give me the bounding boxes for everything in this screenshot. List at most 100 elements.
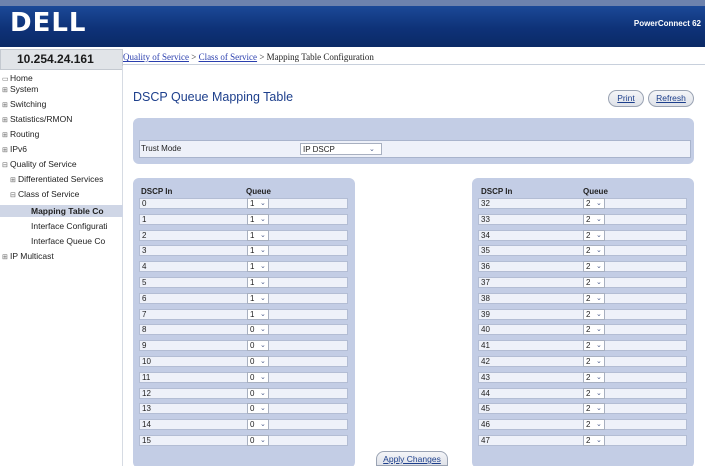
queue-select[interactable]: 0 bbox=[247, 356, 269, 367]
dscp-in-value: 42 bbox=[481, 357, 490, 366]
breadcrumb: Quality of Service > Class of Service > … bbox=[123, 52, 374, 62]
queue-select[interactable]: 2 bbox=[583, 277, 605, 288]
nav-item-interface-configuration[interactable]: Interface Configurati bbox=[31, 220, 108, 232]
queue-select[interactable]: 0 bbox=[247, 403, 269, 414]
dscp-in-value: 32 bbox=[481, 199, 490, 208]
dscp-in-value: 0 bbox=[142, 199, 147, 208]
nav-item-label: Differentiated Services bbox=[18, 174, 104, 184]
queue-select[interactable]: 2 bbox=[583, 435, 605, 446]
breadcrumb-separator: > bbox=[188, 52, 199, 62]
nav-item-ip-multicast[interactable]: ⊞ IP Multicast bbox=[2, 250, 54, 262]
dscp-in-value: 37 bbox=[481, 278, 490, 287]
refresh-button[interactable]: Refresh bbox=[648, 90, 694, 107]
queue-select[interactable]: 1 bbox=[247, 293, 269, 304]
breadcrumb-separator: > bbox=[257, 52, 267, 62]
table-row: 35 2 ⌄ bbox=[478, 245, 687, 256]
queue-select[interactable]: 1 bbox=[247, 214, 269, 225]
queue-select[interactable]: 1 bbox=[247, 261, 269, 272]
nav-item-statistics[interactable]: ⊞ Statistics/RMON bbox=[2, 113, 72, 125]
nav-item-label: Routing bbox=[10, 129, 40, 139]
queue-select[interactable]: 2 bbox=[583, 309, 605, 320]
nav-item-label: Interface Configurati bbox=[31, 221, 108, 231]
queue-select[interactable]: 0 bbox=[247, 388, 269, 399]
nav-item-mapping-table[interactable]: Mapping Table Co bbox=[0, 205, 123, 217]
print-button[interactable]: Print bbox=[608, 90, 644, 107]
table-row: 33 2 ⌄ bbox=[478, 214, 687, 225]
nav-item-routing[interactable]: ⊞ Routing bbox=[2, 128, 39, 140]
table-row: 8 0 ⌄ bbox=[139, 324, 348, 335]
nav-item-interface-queue[interactable]: Interface Queue Co bbox=[31, 235, 105, 247]
table-row: 47 2 ⌄ bbox=[478, 435, 687, 446]
queue-select[interactable]: 2 bbox=[583, 419, 605, 430]
nav-item-label: Switching bbox=[10, 99, 47, 109]
table-row: 14 0 ⌄ bbox=[139, 419, 348, 430]
nav-item-label: Mapping Table Co bbox=[31, 206, 104, 216]
apply-changes-button[interactable]: Apply Changes bbox=[376, 451, 448, 466]
queue-select[interactable]: 2 bbox=[583, 403, 605, 414]
expand-icon: ⊞ bbox=[10, 177, 16, 184]
dscp-in-value: 33 bbox=[481, 215, 490, 224]
dscp-in-value: 3 bbox=[142, 246, 147, 255]
nav-item-switching[interactable]: ⊞ Switching bbox=[2, 98, 46, 110]
nav-item-diffserv[interactable]: ⊞ Differentiated Services bbox=[10, 173, 103, 185]
nav-item-ipv6[interactable]: ⊞ IPv6 bbox=[2, 143, 27, 155]
queue-select[interactable]: 0 bbox=[247, 372, 269, 383]
queue-select[interactable]: 2 bbox=[583, 324, 605, 335]
queue-select[interactable]: 1 bbox=[247, 245, 269, 256]
queue-select[interactable]: 2 bbox=[583, 388, 605, 399]
table-row: 3 1 ⌄ bbox=[139, 245, 348, 256]
nav-item-class-of-service[interactable]: ⊟ Class of Service bbox=[10, 188, 79, 200]
queue-select[interactable]: 0 bbox=[247, 340, 269, 351]
breadcrumb-divider bbox=[123, 64, 705, 65]
queue-select[interactable]: 2 bbox=[583, 261, 605, 272]
table-row: 10 0 ⌄ bbox=[139, 356, 348, 367]
table-row: 1 1 ⌄ bbox=[139, 214, 348, 225]
trust-mode-select[interactable]: IP DSCP bbox=[300, 143, 382, 155]
queue-select[interactable]: 0 bbox=[247, 419, 269, 430]
dscp-in-value: 35 bbox=[481, 246, 490, 255]
queue-select[interactable]: 2 bbox=[583, 340, 605, 351]
nav-item-label: Statistics/RMON bbox=[10, 114, 73, 124]
left-col-queue-header: Queue bbox=[246, 187, 271, 196]
queue-select[interactable]: 1 bbox=[247, 198, 269, 209]
queue-select[interactable]: 0 bbox=[247, 324, 269, 335]
dscp-in-value: 12 bbox=[142, 389, 151, 398]
queue-select[interactable]: 2 bbox=[583, 230, 605, 241]
dscp-in-value: 47 bbox=[481, 436, 490, 445]
trust-mode-row bbox=[139, 140, 691, 158]
breadcrumb-current: Mapping Table Configuration bbox=[266, 52, 374, 62]
collapse-icon: ⊟ bbox=[10, 192, 16, 199]
expand-icon: ⊞ bbox=[2, 102, 8, 109]
page-title: DSCP Queue Mapping Table bbox=[133, 90, 294, 104]
queue-select[interactable]: 2 bbox=[583, 372, 605, 383]
queue-select[interactable]: 2 bbox=[583, 198, 605, 209]
trust-mode-label: Trust Mode bbox=[141, 144, 182, 153]
queue-select[interactable]: 2 bbox=[583, 293, 605, 304]
table-row: 37 2 ⌄ bbox=[478, 277, 687, 288]
breadcrumb-link-class-of-service[interactable]: Class of Service bbox=[199, 52, 258, 62]
queue-select[interactable]: 2 bbox=[583, 356, 605, 367]
nav-item-system[interactable]: ⊞ System bbox=[2, 83, 38, 95]
dell-logo: DELL bbox=[10, 8, 87, 38]
dscp-in-value: 11 bbox=[142, 373, 151, 382]
dscp-in-value: 13 bbox=[142, 404, 151, 413]
queue-select[interactable]: 2 bbox=[583, 245, 605, 256]
queue-select[interactable]: 1 bbox=[247, 277, 269, 288]
nav-item-label: Class of Service bbox=[18, 189, 80, 199]
queue-select[interactable]: 2 bbox=[583, 214, 605, 225]
queue-select[interactable]: 0 bbox=[247, 435, 269, 446]
dscp-in-value: 14 bbox=[142, 420, 151, 429]
queue-select[interactable]: 1 bbox=[247, 230, 269, 241]
table-row: 2 1 ⌄ bbox=[139, 230, 348, 241]
dscp-in-value: 38 bbox=[481, 294, 490, 303]
nav-item-qos[interactable]: ⊟ Quality of Service bbox=[2, 158, 77, 170]
queue-select[interactable]: 1 bbox=[247, 309, 269, 320]
table-row: 13 0 ⌄ bbox=[139, 403, 348, 414]
table-row: 12 0 ⌄ bbox=[139, 388, 348, 399]
dscp-in-value: 2 bbox=[142, 231, 147, 240]
banner-strip bbox=[0, 0, 705, 6]
nav-item-label: Interface Queue Co bbox=[31, 236, 106, 246]
breadcrumb-link-qos[interactable]: Quality of Service bbox=[123, 52, 189, 62]
dscp-in-value: 6 bbox=[142, 294, 147, 303]
table-row: 11 0 ⌄ bbox=[139, 372, 348, 383]
